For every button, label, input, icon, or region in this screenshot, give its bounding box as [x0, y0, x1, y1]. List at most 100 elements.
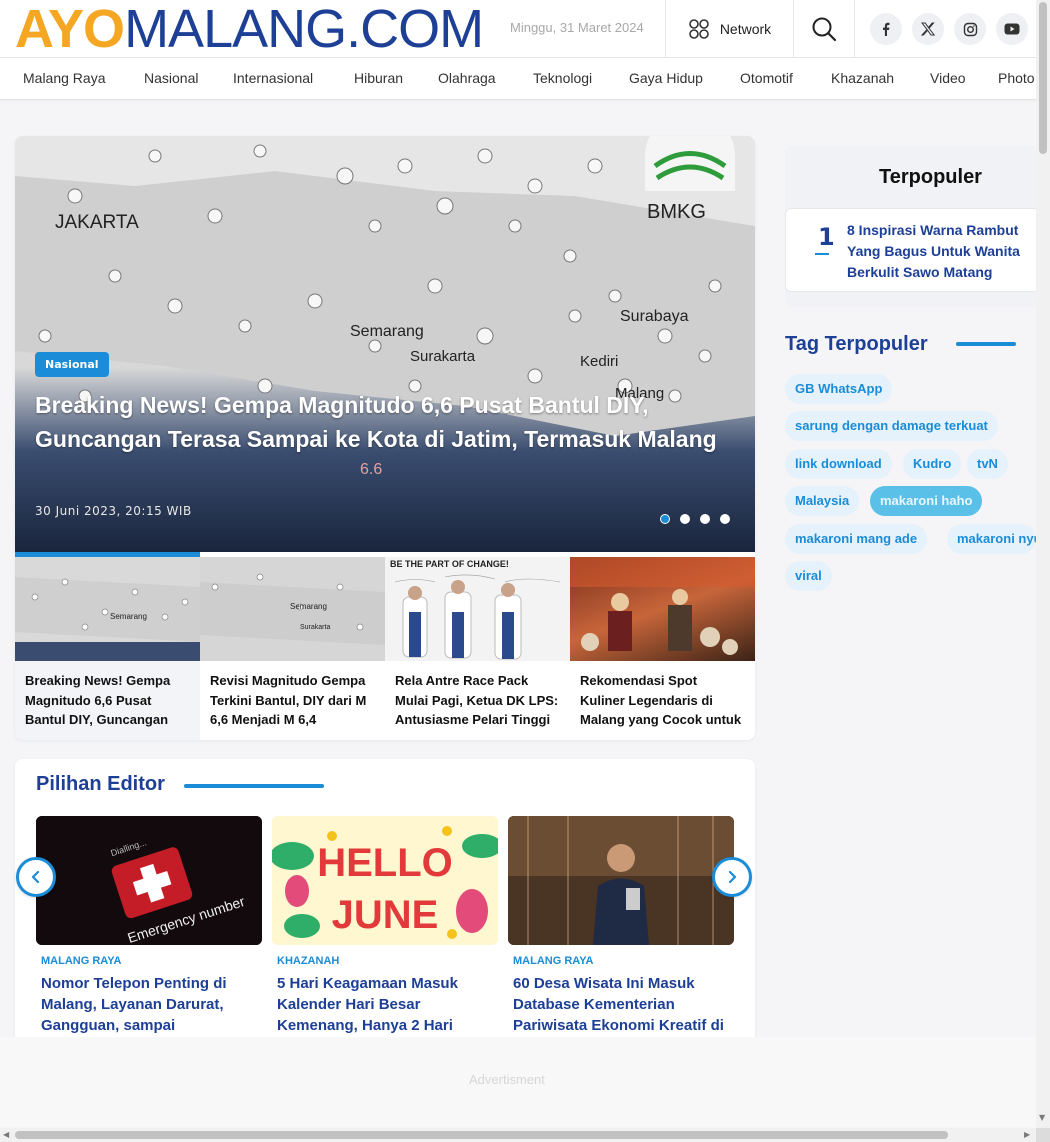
carousel-next-button[interactable] [712, 857, 752, 897]
hero-map-label: 6.6 [360, 461, 382, 478]
card-image: HELLO JUNE [272, 816, 498, 945]
thumbnail-title: Rekomendasi Spot Kuliner Legendaris di M… [580, 673, 742, 727]
nav-item-hiburan[interactable]: Hiburan [354, 70, 403, 86]
logo-ayo: AYO [15, 0, 125, 59]
editor-card[interactable]: HELLO JUNE KHAZANAH 5 Hari Keagamaan Mas… [272, 816, 498, 1036]
nav-item-malang-raya[interactable]: Malang Raya [23, 70, 106, 86]
nav-item-khazanah[interactable]: Khazanah [831, 70, 894, 86]
tag-chip[interactable]: makaroni mang ade [785, 524, 928, 554]
thumbnail-image [570, 557, 755, 661]
youtube-icon [1004, 23, 1020, 35]
thumbnail-image: BE THE PART OF CHANGE! [385, 557, 570, 661]
hero-thumbnail[interactable]: Rekomendasi Spot Kuliner Legendaris di M… [570, 552, 755, 740]
bmkg-logo [645, 136, 735, 191]
popular-item[interactable]: 1 8 Inspirasi Warna Rambut Yang Bagus Un… [785, 208, 1050, 292]
network-button[interactable]: Network [666, 0, 793, 58]
nav-item-video[interactable]: Video [930, 70, 966, 86]
popular-widget: Terpopuler 1 8 Inspirasi Warna Rambut Ya… [785, 146, 1050, 307]
hero-map-label: Semarang [350, 323, 424, 340]
scrollbar-thumb[interactable] [15, 1131, 948, 1139]
tag-chip[interactable]: makaroni nyulik [947, 524, 1036, 554]
hero-title[interactable]: Breaking News! Gempa Magnitudo 6,6 Pusat… [35, 388, 735, 456]
network-label: Network [719, 21, 772, 37]
card-category[interactable]: MALANG RAYA [41, 955, 262, 967]
tag-chip[interactable]: Kudro [903, 449, 962, 479]
card-image-text: HELLO [317, 841, 453, 885]
heading-underline [184, 784, 324, 788]
thumbnail-title: Revisi Magnitudo Gempa Terkini Bantul, D… [210, 673, 367, 727]
scrollbar-corner [1036, 1128, 1050, 1142]
nav-item-olahraga[interactable]: Olahraga [438, 70, 496, 86]
tag-chip[interactable]: tvN [967, 449, 1008, 479]
scroll-right-arrow-icon[interactable]: ▶ [1024, 1130, 1030, 1139]
thumbnail-title: Rela Antre Race Pack Mulai Pagi, Ketua D… [395, 673, 559, 727]
tag-chip[interactable]: viral [785, 561, 832, 591]
ad-label: Advertisment [469, 1072, 545, 1087]
thumbnail-map-label: Surakarta [300, 624, 330, 631]
tag-chip[interactable]: GB WhatsApp [785, 374, 893, 404]
slider-dot-1[interactable] [660, 514, 670, 524]
scroll-down-arrow-icon[interactable]: ▼ [1039, 1113, 1045, 1122]
hero-map-label: JAKARTA [55, 212, 139, 233]
tag-chip-hovered[interactable]: makaroni haho [870, 486, 983, 516]
horizontal-scrollbar[interactable]: ◀ ▶ [0, 1128, 1036, 1142]
main-nav: Malang Raya Nasional Internasional Hibur… [0, 58, 1036, 100]
youtube-link[interactable] [996, 13, 1028, 45]
slider-dot-3[interactable] [700, 514, 710, 524]
ad-banner: Advertisment [0, 1037, 1036, 1127]
instagram-icon [963, 22, 977, 36]
card-category[interactable]: MALANG RAYA [513, 955, 734, 967]
rank-underline [815, 253, 829, 255]
nav-item-nasional[interactable]: Nasional [144, 70, 198, 86]
card-title[interactable]: 5 Hari Keagamaan Masuk Kalender Hari Bes… [277, 973, 498, 1036]
slider-dot-4[interactable] [720, 514, 730, 524]
thumbnail-banner-text: BE THE PART OF CHANGE! [390, 559, 509, 569]
nav-item-teknologi[interactable]: Teknologi [533, 70, 592, 86]
slider-dots [660, 514, 730, 524]
hero-thumbnail[interactable]: Semarang Breaking News! Gempa Magnitudo … [15, 552, 200, 740]
search-icon [812, 17, 837, 42]
thumbnail-image: Semarang [15, 557, 200, 661]
hero-image[interactable]: JAKARTA BMKG Semarang Surabaya Surakarta… [15, 136, 755, 557]
site-logo[interactable]: AYO MALANG.COM [15, 0, 484, 59]
x-twitter-icon [921, 22, 935, 36]
nav-item-gaya-hidup[interactable]: Gaya Hidup [629, 70, 703, 86]
editor-card[interactable]: MALANG RAYA 60 Desa Wisata Ini Masuk Dat… [508, 816, 734, 1036]
thumbnail-title: Breaking News! Gempa Magnitudo 6,6 Pusat… [25, 673, 171, 727]
hero-category-badge[interactable]: Nasional [35, 352, 109, 377]
nav-item-internasional[interactable]: Internasional [233, 70, 313, 86]
hero-map-label: Kediri [580, 353, 618, 370]
nav-item-photo[interactable]: Photo [998, 70, 1035, 86]
card-image-text: JUNE [332, 893, 439, 937]
card-image [508, 816, 734, 945]
tag-chip[interactable]: link download [785, 449, 892, 479]
hero-map-label: BMKG [647, 201, 706, 223]
scroll-left-arrow-icon[interactable]: ◀ [3, 1130, 9, 1139]
hero-thumbnail[interactable]: BE THE PART OF CHANGE! Rela Antre Race P… [385, 552, 570, 740]
facebook-link[interactable] [870, 13, 902, 45]
search-button[interactable] [794, 0, 854, 58]
card-title[interactable]: Nomor Telepon Penting di Malang, Layanan… [41, 973, 262, 1036]
slider-dot-2[interactable] [680, 514, 690, 524]
card-title[interactable]: 60 Desa Wisata Ini Masuk Database Kement… [513, 973, 734, 1036]
hero-thumbnail[interactable]: Semarang Surakarta Revisi Magnitudo Gemp… [200, 552, 385, 740]
instagram-link[interactable] [954, 13, 986, 45]
hero-map-label: Surakarta [410, 348, 476, 365]
popular-heading: Terpopuler [879, 166, 982, 188]
carousel-prev-button[interactable] [16, 857, 56, 897]
x-twitter-link[interactable] [912, 13, 944, 45]
tag-chip[interactable]: sarung dengan damage terkuat [785, 411, 998, 441]
tag-chip[interactable]: Malaysia [785, 486, 860, 516]
scrollbar-thumb[interactable] [1039, 2, 1047, 154]
editor-card[interactable]: Emergency number Dialling... MALANG RAYA… [36, 816, 262, 1036]
site-header: AYO MALANG.COM Minggu, 31 Maret 2024 Netw… [0, 0, 1036, 58]
vertical-scrollbar[interactable]: ▼ [1036, 0, 1050, 1128]
card-image: Emergency number Dialling... [36, 816, 262, 945]
tags-heading: Tag Terpopuler [785, 333, 928, 355]
divider [854, 0, 855, 58]
editor-picks-section: Pilihan Editor Emergency number Dialling… [15, 759, 755, 1049]
card-category[interactable]: KHAZANAH [277, 955, 498, 967]
facebook-icon [883, 22, 890, 36]
heading-underline [956, 342, 1016, 346]
nav-item-otomotif[interactable]: Otomotif [740, 70, 793, 86]
